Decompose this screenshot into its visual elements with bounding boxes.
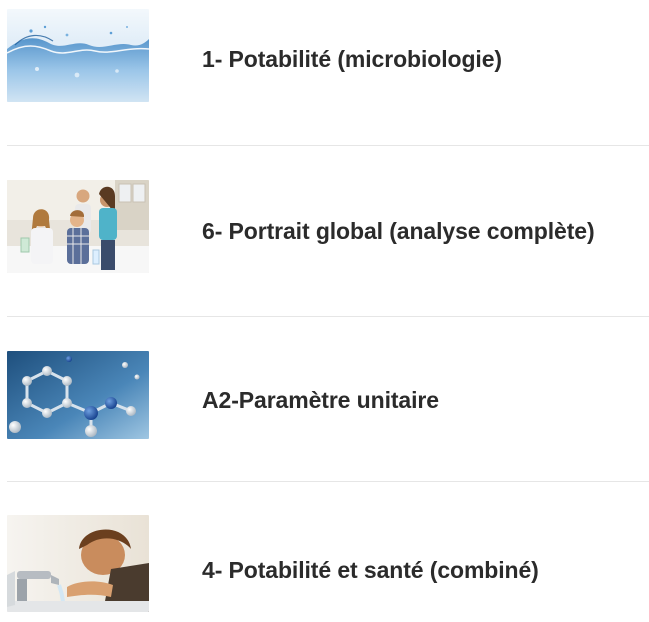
water-splash-image[interactable] — [7, 9, 149, 102]
list-item: 4- Potabilité et santé (combiné) — [0, 482, 649, 622]
family-kitchen-image[interactable] — [7, 180, 149, 273]
product-title-link[interactable]: 4- Potabilité et santé (combiné) — [202, 559, 539, 582]
product-list: 1- Potabilité (microbiologie) 6- Portrai… — [0, 0, 649, 622]
list-item: 6- Portrait global (analyse complète) — [0, 146, 649, 316]
product-title-link[interactable]: 1- Potabilité (microbiologie) — [202, 48, 502, 71]
list-item: A2-Paramètre unitaire — [0, 317, 649, 480]
list-item: 1- Potabilité (microbiologie) — [0, 0, 649, 146]
molecules-image[interactable] — [7, 351, 149, 439]
product-title-link[interactable]: 6- Portrait global (analyse complète) — [202, 220, 595, 243]
child-drinking-tap-image[interactable] — [7, 515, 149, 612]
product-title-link[interactable]: A2-Paramètre unitaire — [202, 389, 439, 412]
